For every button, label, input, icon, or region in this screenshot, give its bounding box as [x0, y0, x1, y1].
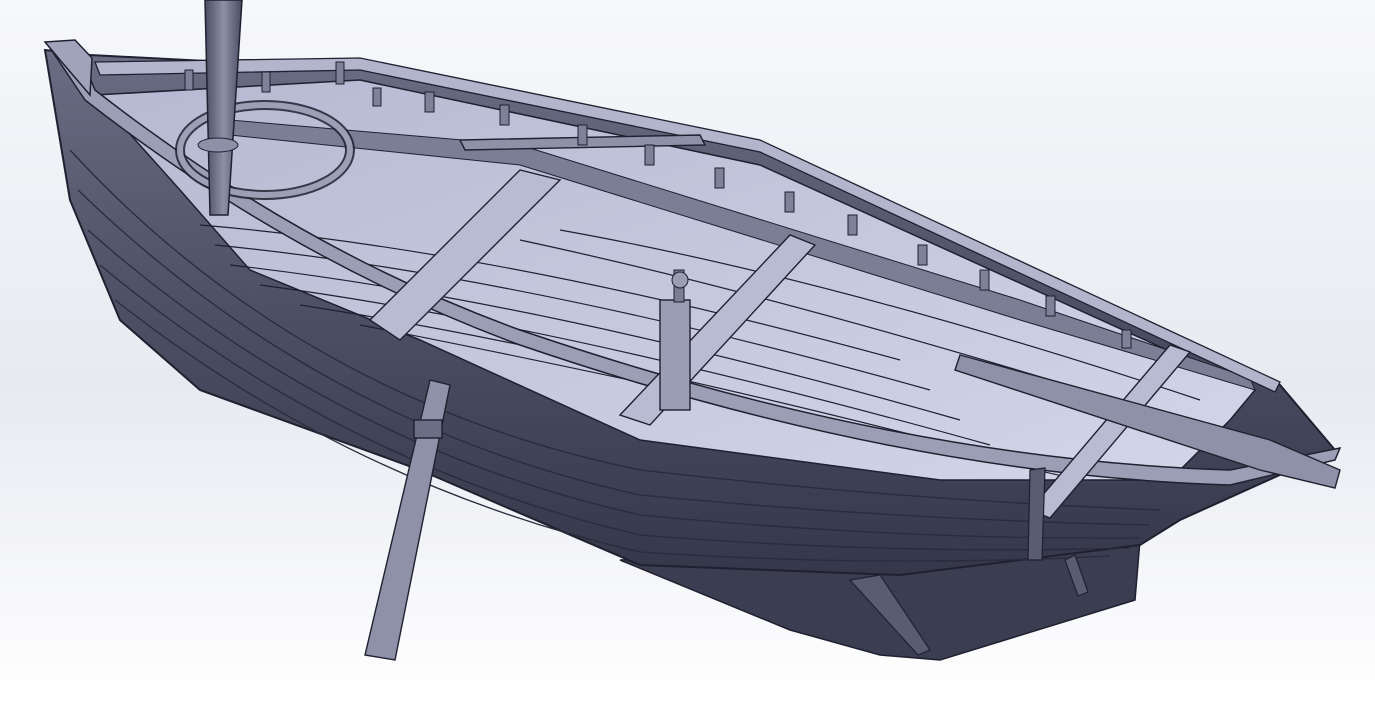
cad-viewport[interactable]	[0, 0, 1375, 703]
boat-model[interactable]	[0, 0, 1375, 703]
